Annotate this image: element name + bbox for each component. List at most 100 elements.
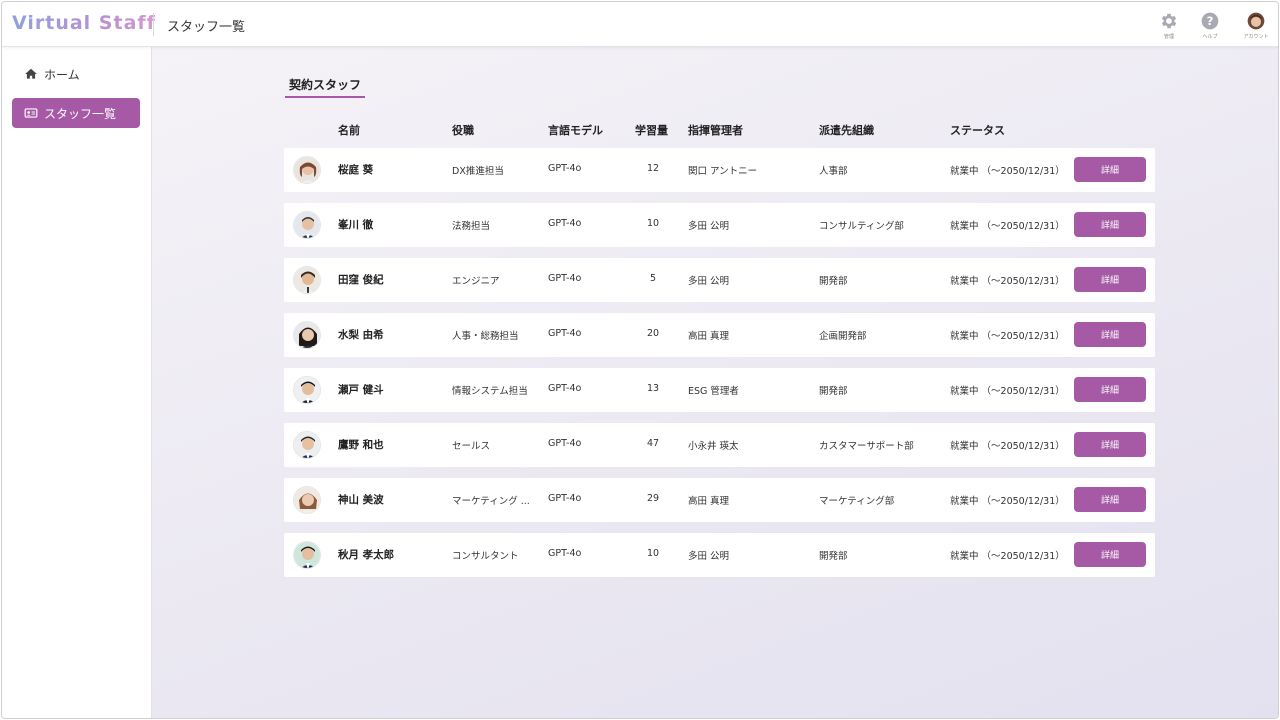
staff-model: GPT-4o [548, 218, 582, 229]
staff-role: 法務担当 [452, 221, 491, 232]
main-content: 契約スタッフ 名前 役職 言語モデル 学習量 指揮管理者 派遣先組織 ステータス… [152, 47, 1278, 718]
table-row: 水梨 由希 人事・総務担当 GPT-4o 20 高田 真理 企画開発部 就業中 … [284, 313, 1155, 357]
staff-status: 就業中 （～2050/12/31） [950, 221, 1065, 232]
staff-learning: 47 [646, 438, 660, 449]
staff-name: 桜庭 葵 [338, 164, 374, 176]
staff-role: エンジニア [452, 276, 500, 287]
detail-button[interactable]: 詳細 [1074, 267, 1146, 292]
avatar [293, 486, 321, 514]
staff-role: 人事・総務担当 [452, 331, 519, 342]
settings-label: 管理 [1163, 34, 1174, 40]
column-header-learning: 学習量 [635, 124, 668, 137]
id-card-icon [24, 108, 38, 118]
staff-status: 就業中 （～2050/12/31） [950, 276, 1065, 287]
detail-button[interactable]: 詳細 [1074, 487, 1146, 512]
staff-status: 就業中 （～2050/12/31） [950, 331, 1065, 342]
staff-name: 水梨 由希 [338, 329, 384, 341]
avatar [293, 211, 321, 239]
staff-learning: 20 [646, 328, 660, 339]
staff-org: コンサルティング部 [819, 221, 904, 232]
staff-org: 人事部 [819, 166, 848, 177]
table-row: 神山 美波 マーケティング ... GPT-4o 29 高田 真理 マーケティン… [284, 478, 1155, 522]
column-header-status: ステータス [950, 124, 1005, 137]
table-row: 瀬戸 健斗 情報システム担当 GPT-4o 13 ESG 管理者 開発部 就業中… [284, 368, 1155, 412]
sidebar-item-label: スタッフ一覧 [44, 106, 117, 121]
staff-status: 就業中 （～2050/12/31） [950, 166, 1065, 177]
staff-status: 就業中 （～2050/12/31） [950, 386, 1065, 397]
account-button[interactable]: アカウント [1238, 11, 1274, 43]
column-header-name: 名前 [338, 124, 360, 137]
staff-org: 企画開発部 [819, 331, 867, 342]
staff-model: GPT-4o [548, 163, 582, 174]
staff-learning: 13 [646, 383, 660, 394]
staff-role: 情報システム担当 [452, 386, 528, 397]
account-avatar-icon [1247, 12, 1265, 30]
detail-button[interactable]: 詳細 [1074, 322, 1146, 347]
help-label: ヘルプ [1202, 34, 1218, 40]
staff-org: 開発部 [819, 386, 848, 397]
staff-role: マーケティング ... [452, 496, 530, 507]
staff-role: DX推進担当 [452, 166, 504, 177]
staff-learning: 10 [646, 218, 660, 229]
detail-button[interactable]: 詳細 [1074, 432, 1146, 457]
column-header-model: 言語モデル [548, 124, 603, 137]
staff-role: セールス [452, 441, 491, 452]
table-row: 峯川 徹 法務担当 GPT-4o 10 多田 公明 コンサルティング部 就業中 … [284, 203, 1155, 247]
detail-button[interactable]: 詳細 [1074, 542, 1146, 567]
staff-manager: 多田 公明 [688, 276, 730, 287]
staff-manager: 関口 アントニー [688, 166, 758, 177]
staff-name: 鷹野 和也 [338, 439, 384, 451]
tab-contract-staff[interactable]: 契約スタッフ [285, 76, 366, 98]
table-row: 鷹野 和也 セールス GPT-4o 47 小永井 瑛太 カスタマーサポート部 就… [284, 423, 1155, 467]
staff-org: マーケティング部 [819, 496, 895, 507]
detail-button[interactable]: 詳細 [1074, 377, 1146, 402]
svg-text:?: ? [1207, 14, 1214, 28]
table-row: 桜庭 葵 DX推進担当 GPT-4o 12 関口 アントニー 人事部 就業中 （… [284, 148, 1155, 192]
staff-learning: 5 [649, 273, 657, 284]
detail-button[interactable]: 詳細 [1074, 212, 1146, 237]
staff-name: 秋月 孝太郎 [338, 549, 395, 561]
avatar [293, 431, 321, 459]
settings-button[interactable]: 管理 [1151, 11, 1187, 43]
page-title: スタッフ一覧 [167, 20, 246, 35]
staff-learning: 12 [646, 163, 660, 174]
staff-learning: 10 [646, 548, 660, 559]
account-label: アカウント [1243, 34, 1269, 40]
staff-name: 田窪 俊紀 [338, 274, 384, 286]
staff-manager: 多田 公明 [688, 551, 730, 562]
avatar [293, 266, 321, 294]
staff-status: 就業中 （～2050/12/31） [950, 441, 1065, 452]
help-button[interactable]: ? ヘルプ [1192, 11, 1228, 43]
staff-model: GPT-4o [548, 273, 582, 284]
staff-status: 就業中 （～2050/12/31） [950, 551, 1065, 562]
column-header-org: 派遣先組織 [819, 124, 874, 137]
app-window: Virtual Staff スタッフ一覧 管理 ? ヘルプ アカウント ホーム … [1, 1, 1279, 719]
staff-org: 開発部 [819, 551, 848, 562]
staff-manager: ESG 管理者 [688, 386, 739, 397]
top-header: Virtual Staff スタッフ一覧 管理 ? ヘルプ アカウント [2, 2, 1278, 47]
staff-manager: 高田 真理 [688, 496, 730, 507]
staff-role: コンサルタント [452, 551, 519, 562]
home-icon [25, 68, 37, 79]
staff-model: GPT-4o [548, 328, 582, 339]
avatar [293, 321, 321, 349]
staff-manager: 小永井 瑛太 [688, 441, 739, 452]
detail-button[interactable]: 詳細 [1074, 157, 1146, 182]
sidebar-item-home[interactable]: ホーム [12, 59, 140, 89]
sidebar-item-staff-list[interactable]: スタッフ一覧 [12, 98, 140, 128]
staff-org: 開発部 [819, 276, 848, 287]
staff-learning: 29 [646, 493, 660, 504]
avatar [293, 541, 321, 569]
avatar [293, 376, 321, 404]
staff-manager: 高田 真理 [688, 331, 730, 342]
staff-name: 瀬戸 健斗 [338, 384, 384, 396]
staff-manager: 多田 公明 [688, 221, 730, 232]
table-row: 田窪 俊紀 エンジニア GPT-4o 5 多田 公明 開発部 就業中 （～205… [284, 258, 1155, 302]
staff-model: GPT-4o [548, 548, 582, 559]
column-header-role: 役職 [452, 124, 474, 137]
app-logo[interactable]: Virtual Staff [12, 12, 156, 34]
staff-org: カスタマーサポート部 [819, 441, 914, 452]
header-divider [153, 13, 154, 36]
help-icon: ? [1201, 12, 1219, 30]
staff-model: GPT-4o [548, 493, 582, 504]
